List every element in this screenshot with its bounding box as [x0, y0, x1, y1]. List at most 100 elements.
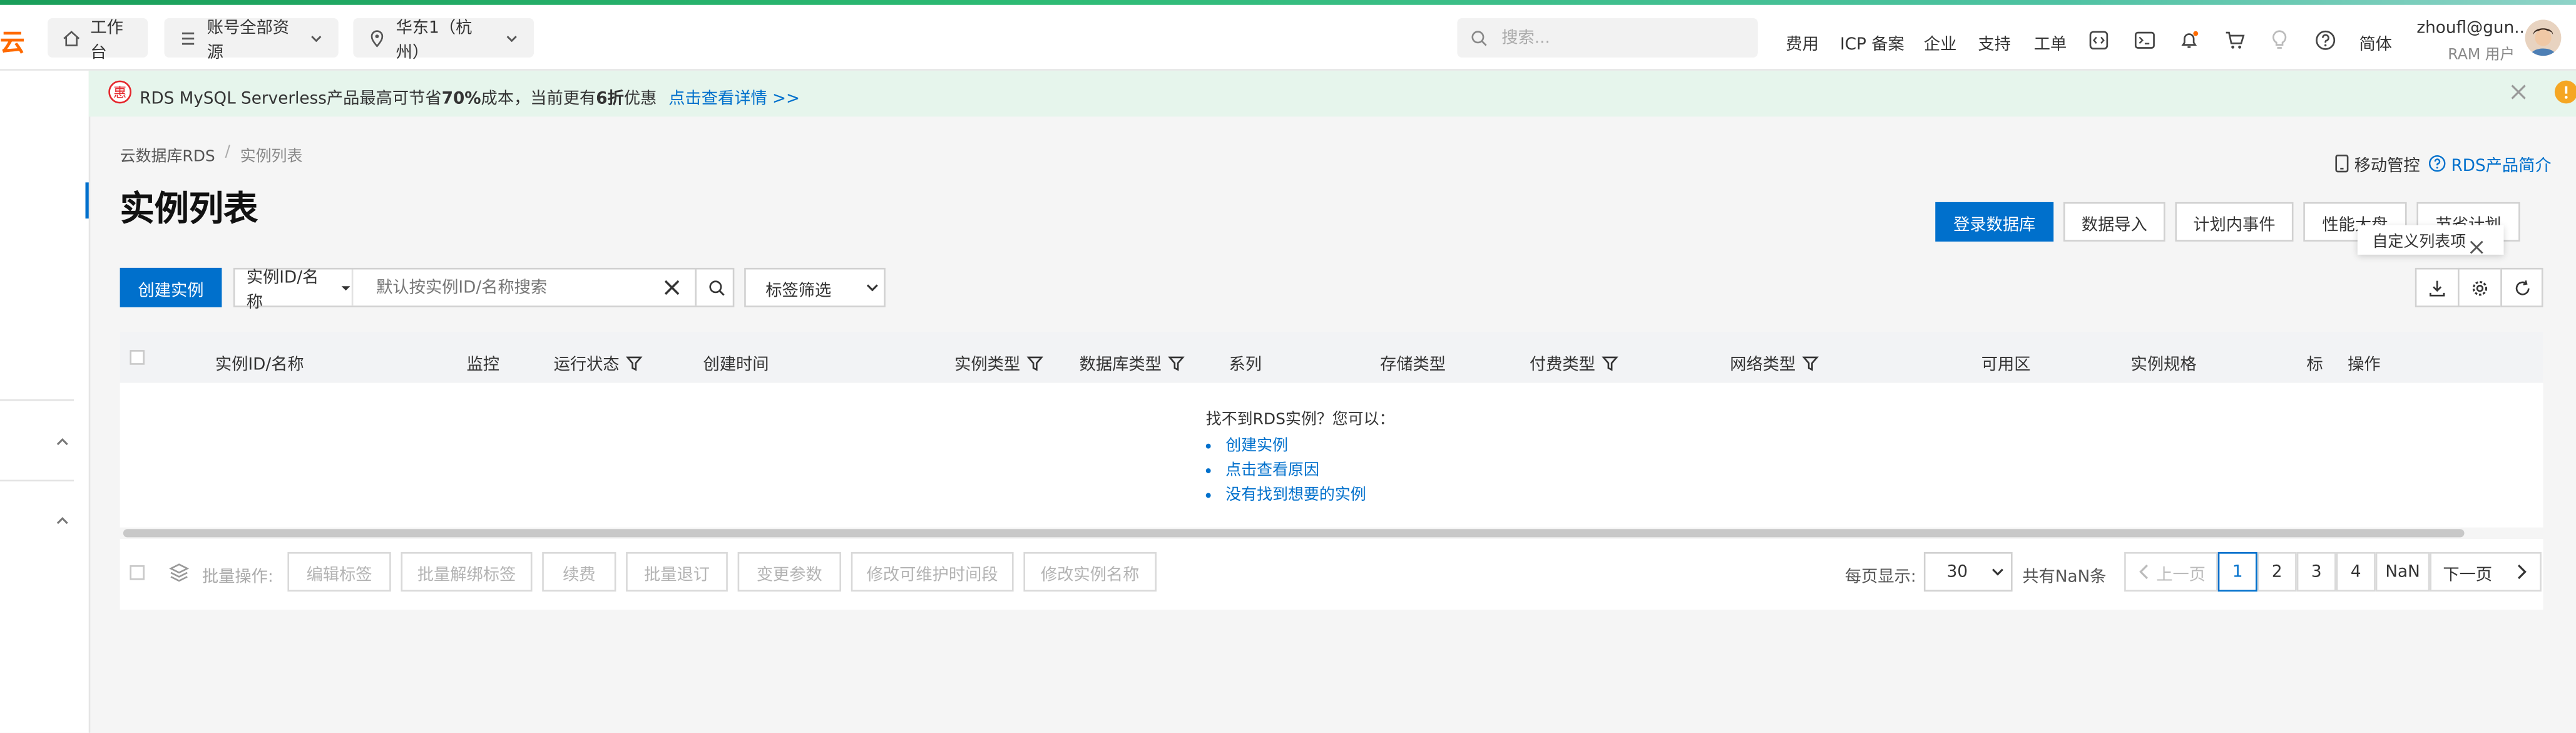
batch-select-checkbox[interactable] [130, 565, 145, 580]
terminal-icon[interactable] [2131, 26, 2157, 53]
column-label: 付费类型 [1529, 356, 1595, 375]
clear-search-icon[interactable] [664, 279, 680, 295]
total-count: 共有NaN条 [2022, 568, 2107, 587]
page-button-nan[interactable]: NaN [2375, 552, 2430, 592]
user-name[interactable]: zhoufl@gun... [2416, 20, 2530, 38]
column-label: 标 [2306, 356, 2323, 375]
search-submit-button[interactable] [695, 269, 736, 306]
nav-link-icp[interactable]: ICP 备案 [1840, 29, 1904, 54]
batch-unsubscribe-button[interactable]: 批量退订 [626, 552, 728, 592]
refresh-icon [2513, 279, 2531, 297]
search-type-select[interactable]: 实例ID/名称 [235, 269, 354, 312]
brand-logo[interactable]: 云 [0, 24, 24, 59]
data-import-button[interactable]: 数据导入 [2063, 202, 2165, 242]
breadcrumb-separator: / [225, 143, 230, 161]
next-page-button[interactable]: 下一页 [2430, 552, 2542, 592]
code-icon[interactable] [2085, 26, 2111, 53]
batch-unbind-tags-button[interactable]: 批量解绑标签 [401, 552, 533, 592]
column-header-monitor[interactable]: 监控 [467, 350, 500, 375]
customize-columns-button[interactable] [2458, 267, 2502, 307]
instance-search-input[interactable] [372, 277, 659, 299]
column-header-tags[interactable]: 标 [2306, 350, 2323, 375]
column-header-spec[interactable]: 实例规格 [2131, 350, 2197, 375]
instance-search-group: 实例ID/名称 [233, 267, 736, 312]
chevron-up-icon[interactable] [54, 434, 71, 450]
batch-edit-tags-button[interactable]: 编辑标签 [287, 552, 391, 592]
filter-icon [1602, 356, 1618, 371]
create-instance-button[interactable]: 创建实例 [120, 267, 222, 307]
batch-maintenance-window-button[interactable]: 修改可维护时间段 [851, 552, 1014, 592]
top-accent-stripe [0, 0, 2576, 5]
empty-link-create-instance[interactable]: 创建实例 [1225, 434, 1394, 458]
promo-text-part: 成本，当前更有 [481, 90, 596, 109]
column-header-db-type[interactable]: 数据库类型 [1080, 350, 1185, 375]
per-page-value: 30 [1946, 563, 1968, 581]
cart-icon[interactable] [2221, 26, 2247, 53]
empty-link-not-found[interactable]: 没有找到想要的实例 [1225, 483, 1394, 508]
tag-filter-dropdown[interactable]: 标签筛选 [744, 267, 886, 307]
column-header-status[interactable]: 运行状态 [554, 350, 643, 375]
export-button[interactable] [2415, 267, 2460, 307]
mobile-control-link[interactable]: 移动管控 [2334, 151, 2420, 176]
per-page-label: 每页显示: [1844, 568, 1916, 587]
column-header-series[interactable]: 系列 [1229, 350, 1262, 375]
nav-link-ticket[interactable]: 工单 [2034, 29, 2067, 54]
breadcrumb-item-rds[interactable]: 云数据库RDS [120, 143, 215, 166]
page-button-4[interactable]: 4 [2336, 552, 2376, 592]
column-header-storage[interactable]: 存储类型 [1380, 350, 1446, 375]
home-icon [63, 29, 81, 47]
page-button-2[interactable]: 2 [2257, 552, 2297, 592]
promo-badge-icon: 惠 [108, 80, 131, 104]
column-label: 实例ID/名称 [215, 356, 304, 375]
global-search-input[interactable] [1498, 27, 1735, 49]
language-switch[interactable]: 简体 [2359, 29, 2393, 54]
empty-state-title: 找不到RDS实例？您可以： [1205, 411, 1395, 429]
batch-renew-button[interactable]: 续费 [542, 552, 616, 592]
nav-link-support[interactable]: 支持 [1978, 29, 2011, 54]
region-label: 华东1（杭州） [396, 19, 473, 63]
batch-rename-button[interactable]: 修改实例名称 [1023, 552, 1157, 592]
column-label: 可用区 [1981, 356, 2031, 375]
bell-icon[interactable] [2175, 26, 2202, 53]
empty-link-view-reason[interactable]: 点击查看原因 [1225, 458, 1394, 483]
resource-list-icon [179, 29, 197, 47]
column-header-network[interactable]: 网络类型 [1730, 350, 1819, 375]
lightbulb-icon[interactable] [2266, 26, 2292, 53]
per-page-select[interactable]: 30 [1923, 552, 2013, 592]
horizontal-scrollbar-thumb[interactable] [123, 529, 2465, 538]
close-icon[interactable] [2469, 240, 2484, 255]
workbench-button[interactable]: 工作台 [48, 18, 148, 63]
close-icon[interactable] [2510, 84, 2527, 100]
region-dropdown[interactable]: 华东1（杭州） [353, 18, 534, 63]
prev-page-button[interactable]: 上一页 [2124, 552, 2218, 592]
nav-link-enterprise[interactable]: 企业 [1924, 29, 1957, 54]
column-header-created[interactable]: 创建时间 [703, 350, 769, 375]
column-header-instance-id[interactable]: 实例ID/名称 [215, 350, 304, 375]
chevron-up-icon[interactable] [54, 513, 71, 529]
batch-modify-params-button[interactable]: 变更参数 [737, 552, 841, 592]
column-header-actions[interactable]: 操作 [2348, 350, 2381, 375]
warning-icon[interactable] [2554, 80, 2576, 104]
select-all-checkbox[interactable] [130, 350, 145, 365]
page-button-1[interactable]: 1 [2217, 552, 2257, 592]
tooltip-text: 自定义列表项 [2372, 233, 2466, 252]
avatar[interactable] [2525, 19, 2562, 56]
column-header-zone[interactable]: 可用区 [1981, 350, 2031, 375]
column-header-billing[interactable]: 付费类型 [1529, 350, 1618, 375]
scheduled-events-button[interactable]: 计划内事件 [2175, 202, 2294, 242]
column-header-instance-type[interactable]: 实例类型 [954, 350, 1043, 375]
chevron-left-icon [2138, 564, 2147, 580]
column-label: 操作 [2348, 356, 2381, 375]
page-button-3[interactable]: 3 [2296, 552, 2336, 592]
login-database-button[interactable]: 登录数据库 [1935, 202, 2054, 242]
global-search[interactable] [1457, 18, 1758, 58]
page-title: 实例列表 [120, 188, 258, 228]
promo-details-link[interactable]: 点击查看详情 >> [668, 90, 800, 108]
refresh-button[interactable] [2500, 267, 2543, 307]
search-icon [1470, 29, 1488, 47]
help-icon[interactable] [2311, 26, 2338, 53]
nav-link-billing[interactable]: 费用 [1786, 29, 1819, 54]
product-intro-link[interactable]: RDS产品简介 [2428, 151, 2552, 176]
breadcrumb: 云数据库RDS / 实例列表 [120, 143, 303, 166]
account-resources-dropdown[interactable]: 账号全部资源 [164, 18, 339, 63]
